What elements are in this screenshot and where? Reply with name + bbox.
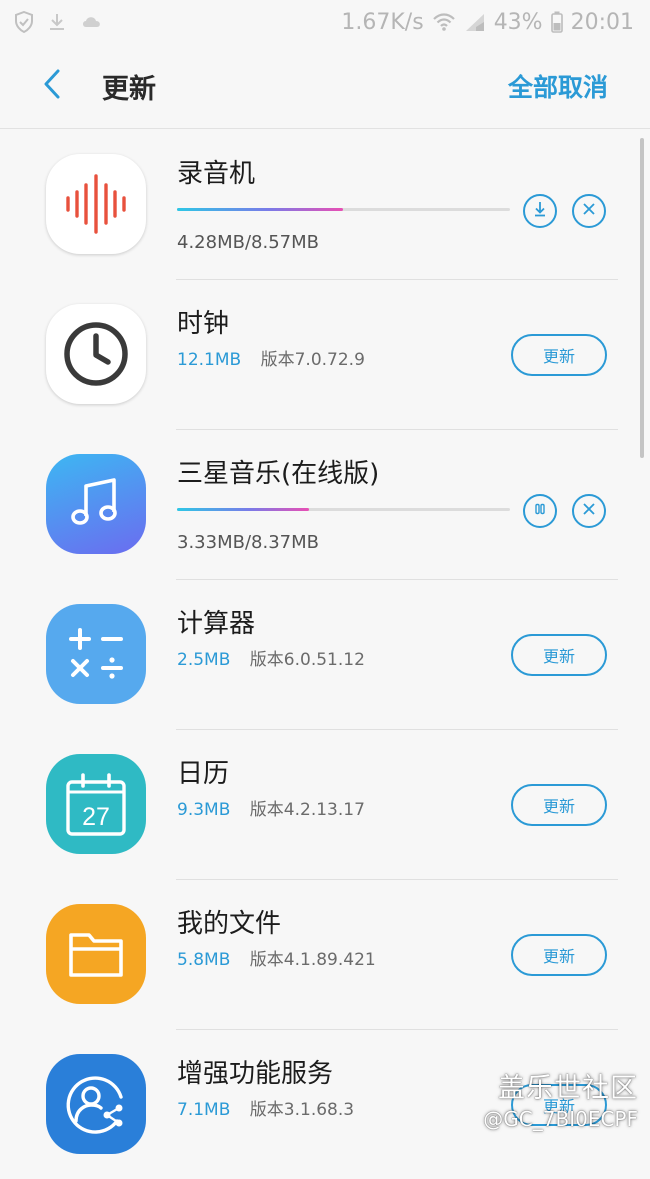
progress-fill bbox=[177, 508, 310, 511]
app-meta: 5.8MB 版本4.1.89.421 bbox=[177, 945, 376, 970]
version-label: 版本3.1.68.3 bbox=[249, 1100, 355, 1120]
update-size: 12.1MB bbox=[177, 350, 242, 370]
update-button[interactable]: 更新 bbox=[511, 334, 607, 376]
update-size: 5.8MB bbox=[177, 950, 231, 970]
list-item: 时钟 12.1MB 版本7.0.72.9 更新 bbox=[0, 279, 650, 429]
status-bar: 1.67K/s 43% 20:01 bbox=[0, 0, 650, 44]
calculator-app-icon bbox=[46, 604, 146, 704]
app-meta: 2.5MB 版本6.0.51.12 bbox=[177, 645, 365, 670]
version-label: 版本4.1.89.421 bbox=[249, 950, 376, 970]
download-arrow-icon bbox=[531, 200, 549, 222]
app-meta: 9.3MB 版本4.2.13.17 bbox=[177, 795, 365, 820]
app-name: 三星音乐(在线版) bbox=[177, 459, 380, 489]
update-list: 录音机 4.28MB/8.57MB 时钟 12.1MB 版本7.0.72.9 更… bbox=[0, 129, 650, 1179]
signal-icon bbox=[464, 12, 486, 32]
list-item: 我的文件 5.8MB 版本4.1.89.421 更新 bbox=[0, 879, 650, 1029]
wifi-icon bbox=[432, 12, 456, 32]
net-speed: 1.67K/s bbox=[341, 9, 424, 35]
version-label: 版本6.0.51.12 bbox=[249, 650, 365, 670]
app-name: 我的文件 bbox=[177, 909, 282, 939]
scrollbar[interactable] bbox=[640, 138, 644, 458]
app-meta: 7.1MB 版本3.1.68.3 bbox=[177, 1095, 354, 1120]
music-app-icon bbox=[46, 454, 146, 554]
update-button[interactable]: 更新 bbox=[511, 634, 607, 676]
watermark-user: @GC_7BI0ECPF bbox=[483, 1107, 638, 1131]
close-icon bbox=[581, 201, 597, 221]
app-name: 时钟 bbox=[177, 309, 230, 339]
update-button[interactable]: 更新 bbox=[511, 934, 607, 976]
list-item: 三星音乐(在线版) 3.33MB/8.37MB bbox=[0, 429, 650, 579]
folder-app-icon bbox=[46, 904, 146, 1004]
list-item: 27 日历 9.3MB 版本4.2.13.17 更新 bbox=[0, 729, 650, 879]
download-progress-bar bbox=[177, 208, 510, 211]
pause-icon bbox=[532, 501, 548, 521]
update-size: 2.5MB bbox=[177, 650, 231, 670]
shield-icon bbox=[14, 11, 34, 33]
voice-recorder-app-icon bbox=[46, 154, 146, 254]
update-size: 7.1MB bbox=[177, 1100, 231, 1120]
battery-percent: 43% bbox=[493, 9, 543, 35]
version-label: 版本7.0.72.9 bbox=[260, 350, 365, 370]
clock-time: 20:01 bbox=[570, 9, 634, 35]
chevron-left-icon bbox=[42, 68, 62, 104]
app-bar: 更新 全部取消 bbox=[0, 44, 650, 129]
cancel-download-button[interactable] bbox=[572, 194, 606, 228]
cancel-download-button[interactable] bbox=[572, 494, 606, 528]
app-name: 日历 bbox=[177, 759, 230, 789]
pause-button[interactable] bbox=[523, 494, 557, 528]
version-label: 版本4.2.13.17 bbox=[249, 800, 365, 820]
download-progress-text: 3.33MB/8.37MB bbox=[177, 532, 319, 553]
close-icon bbox=[581, 501, 597, 521]
download-icon bbox=[48, 12, 66, 32]
app-name: 录音机 bbox=[177, 159, 256, 189]
list-item: 录音机 4.28MB/8.57MB bbox=[0, 129, 650, 279]
watermark: 盖乐世社区 @GC_7BI0ECPF bbox=[483, 1066, 638, 1131]
progress-fill bbox=[177, 208, 344, 211]
cloud-icon bbox=[80, 13, 104, 31]
calendar-app-icon: 27 bbox=[46, 754, 146, 854]
list-item: 计算器 2.5MB 版本6.0.51.12 更新 bbox=[0, 579, 650, 729]
download-button[interactable] bbox=[523, 194, 557, 228]
calendar-day-number: 27 bbox=[82, 803, 110, 831]
update-button[interactable]: 更新 bbox=[511, 784, 607, 826]
app-name: 增强功能服务 bbox=[177, 1059, 334, 1089]
battery-icon bbox=[550, 11, 563, 33]
download-progress-bar bbox=[177, 508, 510, 511]
cancel-all-button[interactable]: 全部取消 bbox=[508, 68, 608, 104]
enhanced-features-app-icon bbox=[46, 1054, 146, 1154]
app-meta: 12.1MB 版本7.0.72.9 bbox=[177, 345, 365, 370]
page-title: 更新 bbox=[102, 73, 156, 105]
clock-app-icon bbox=[46, 304, 146, 404]
update-size: 9.3MB bbox=[177, 800, 231, 820]
app-name: 计算器 bbox=[177, 609, 256, 639]
back-button[interactable] bbox=[22, 56, 82, 116]
watermark-title: 盖乐世社区 bbox=[498, 1073, 638, 1104]
download-progress-text: 4.28MB/8.57MB bbox=[177, 232, 319, 253]
